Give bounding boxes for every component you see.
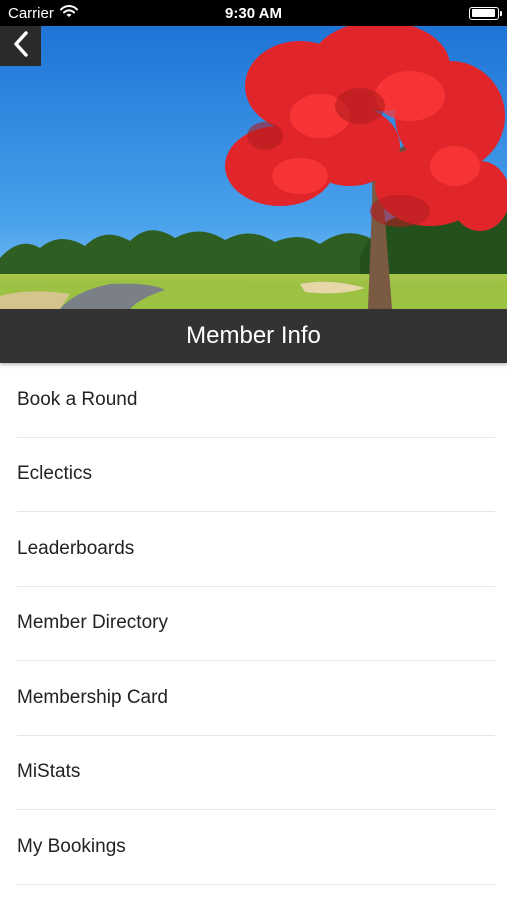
- battery-level: [471, 9, 496, 17]
- menu-item-label: Membership Card: [17, 686, 168, 708]
- menu-item-label: Leaderboards: [17, 537, 135, 559]
- carrier-label: Carrier: [8, 4, 54, 22]
- menu-list: Book a Round Eclectics Leaderboards Memb…: [0, 363, 507, 885]
- menu-item-book-a-round[interactable]: Book a Round: [17, 363, 495, 438]
- page-title: Member Info: [186, 322, 321, 349]
- battery-icon: [469, 6, 502, 20]
- menu-item-leaderboards[interactable]: Leaderboards: [17, 512, 495, 587]
- menu-item-mistats[interactable]: MiStats: [17, 736, 495, 810]
- menu-item-label: Eclectics: [17, 463, 92, 485]
- menu-item-label: Book a Round: [17, 388, 138, 410]
- menu-item-my-bookings[interactable]: My Bookings: [17, 810, 495, 885]
- hero-image: [0, 26, 507, 309]
- back-button[interactable]: [0, 26, 41, 66]
- menu-item-label: Member Directory: [17, 612, 168, 634]
- title-bar: Member Info: [0, 309, 507, 363]
- chevron-left-icon: [11, 30, 31, 63]
- status-bar: Carrier 9:30 AM: [0, 0, 507, 26]
- menu-item-label: MiStats: [17, 761, 81, 783]
- menu-item-eclectics[interactable]: Eclectics: [17, 438, 495, 512]
- menu-item-member-directory[interactable]: Member Directory: [17, 587, 495, 661]
- menu-item-label: My Bookings: [17, 835, 126, 857]
- menu-item-membership-card[interactable]: Membership Card: [17, 661, 495, 736]
- wifi-icon: [59, 4, 78, 22]
- status-left: Carrier: [8, 5, 78, 22]
